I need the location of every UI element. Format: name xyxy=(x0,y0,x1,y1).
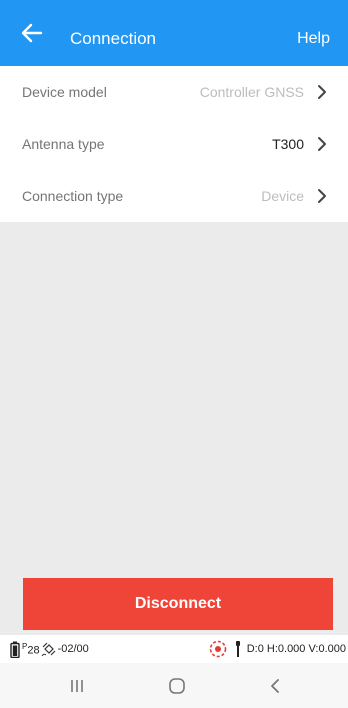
antenna-type-label: Antenna type xyxy=(22,136,105,152)
help-button[interactable]: Help xyxy=(297,0,330,66)
connection-type-row[interactable]: Connection type Device xyxy=(0,170,348,222)
empty-content-area xyxy=(0,222,348,578)
sat-count-value: 28 xyxy=(27,644,40,657)
disconnect-button[interactable]: Disconnect xyxy=(23,578,333,630)
nav-back-button[interactable] xyxy=(264,675,286,697)
device-model-row[interactable]: Device model Controller GNSS xyxy=(0,66,348,118)
app-bar: Connection Help xyxy=(0,0,348,66)
satellite-count: P28 xyxy=(22,642,40,657)
chevron-right-icon xyxy=(318,85,326,99)
system-nav-bar xyxy=(0,663,348,708)
chevron-right-icon xyxy=(318,137,326,151)
settings-list: Device model Controller GNSS Antenna typ… xyxy=(0,66,348,222)
connection-type-label: Connection type xyxy=(22,188,124,204)
recent-apps-button[interactable] xyxy=(66,675,88,697)
gnss-status-bar: P28 -02/00 D:0 H:0.000 V:0.000 xyxy=(0,635,348,663)
home-button[interactable] xyxy=(166,675,188,697)
page-title: Connection xyxy=(70,29,157,48)
position-readout: D:0 H:0.000 V:0.000 xyxy=(246,643,346,655)
device-icon xyxy=(235,641,240,657)
satellite-icon xyxy=(41,642,56,657)
status-left: P28 -02/00 xyxy=(10,640,89,658)
recent-apps-icon xyxy=(71,680,83,692)
device-model-label: Device model xyxy=(22,84,107,100)
status-right: D:0 H:0.000 V:0.000 xyxy=(207,640,346,658)
chevron-right-icon xyxy=(318,189,326,203)
target-icon xyxy=(209,640,227,658)
battery-icon xyxy=(10,641,20,658)
arrow-left-icon xyxy=(21,23,43,43)
sat-ratio: -02/00 xyxy=(57,643,89,655)
back-button[interactable] xyxy=(18,21,46,45)
device-model-value: Controller GNSS xyxy=(199,84,304,100)
antenna-type-row[interactable]: Antenna type T300 xyxy=(0,118,348,170)
antenna-type-value: T300 xyxy=(272,136,304,152)
nav-back-icon xyxy=(271,679,279,693)
home-icon xyxy=(169,678,185,694)
connection-type-value: Device xyxy=(261,188,304,204)
